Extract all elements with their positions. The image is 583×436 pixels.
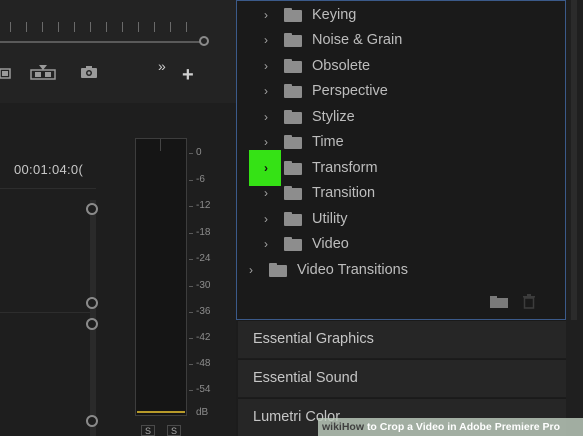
effects-folder-transition[interactable]: › Transition bbox=[260, 182, 375, 204]
scroll-handle[interactable] bbox=[86, 415, 98, 427]
panel-title: Essential Sound bbox=[253, 370, 358, 386]
effects-folder-obsolete[interactable]: › Obsolete bbox=[260, 55, 370, 77]
db-tick bbox=[189, 364, 193, 365]
db-tick bbox=[189, 259, 193, 260]
effects-folder-video-transitions[interactable]: › Video Transitions bbox=[245, 259, 408, 281]
db-label: 0 bbox=[196, 147, 202, 158]
effects-scrollbar[interactable] bbox=[571, 0, 577, 320]
folder-icon bbox=[284, 33, 302, 47]
db-label: -12 bbox=[196, 200, 211, 211]
folder-label: Utility bbox=[312, 211, 348, 227]
folder-icon bbox=[284, 135, 302, 149]
folder-icon bbox=[269, 263, 287, 277]
folder-label: Noise & Grain bbox=[312, 32, 403, 48]
solo-button-right[interactable]: S bbox=[167, 425, 181, 436]
export-frame-icon[interactable] bbox=[80, 65, 98, 79]
watermark-text: wikiHow to Crop a Video in Adobe Premier… bbox=[322, 421, 560, 433]
solo-button-left[interactable]: S bbox=[141, 425, 155, 436]
db-tick bbox=[189, 180, 193, 181]
effects-folder-noise-grain[interactable]: › Noise & Grain bbox=[260, 29, 402, 51]
folder-icon bbox=[284, 237, 302, 251]
chevron-right-icon[interactable]: › bbox=[260, 8, 272, 22]
effects-folder-video[interactable]: › Video bbox=[260, 233, 349, 255]
essential-graphics-panel[interactable]: Essential Graphics bbox=[238, 320, 566, 358]
effects-folder-stylize[interactable]: › Stylize bbox=[260, 106, 355, 128]
chevron-right-icon[interactable]: › bbox=[260, 110, 272, 124]
new-bin-icon[interactable] bbox=[490, 296, 508, 308]
chevron-right-icon[interactable]: › bbox=[260, 212, 272, 226]
folder-label: Transition bbox=[312, 185, 376, 201]
effects-folder-transform[interactable]: › Transform bbox=[260, 157, 378, 179]
audio-meter bbox=[135, 138, 187, 416]
meter-channel-divider bbox=[160, 139, 161, 151]
timecode-display: 00:01:04:0( bbox=[14, 162, 84, 177]
effects-folder-utility[interactable]: › Utility bbox=[260, 208, 347, 230]
folder-icon bbox=[284, 59, 302, 73]
db-tick bbox=[189, 338, 193, 339]
watermark-title: to Crop a Video in Adobe Premiere Pro bbox=[366, 421, 561, 433]
trash-icon[interactable] bbox=[522, 293, 536, 309]
db-label: -24 bbox=[196, 253, 211, 264]
scroll-handle[interactable] bbox=[86, 203, 98, 215]
scroll-handle[interactable] bbox=[86, 297, 98, 309]
chevron-right-icon[interactable]: › bbox=[245, 263, 257, 277]
db-label: -48 bbox=[196, 358, 211, 369]
db-label: -30 bbox=[196, 280, 211, 291]
folder-label: Video bbox=[312, 236, 349, 252]
db-tick bbox=[189, 312, 193, 313]
chevron-right-icon[interactable]: › bbox=[260, 161, 272, 175]
meter-level bbox=[137, 411, 185, 413]
db-label: -18 bbox=[196, 227, 211, 238]
db-label: -54 bbox=[196, 384, 211, 395]
scrubber-ruler[interactable] bbox=[0, 0, 236, 60]
effects-folder-perspective[interactable]: › Perspective bbox=[260, 80, 388, 102]
chevron-right-icon[interactable]: › bbox=[260, 135, 272, 149]
db-label: -36 bbox=[196, 306, 211, 317]
db-tick bbox=[189, 390, 193, 391]
zoom-handle[interactable] bbox=[199, 36, 209, 46]
db-label: -6 bbox=[196, 174, 205, 185]
chevron-right-icon[interactable]: › bbox=[260, 186, 272, 200]
timeline-panel[interactable] bbox=[0, 103, 118, 436]
watermark-wiki: wiki bbox=[322, 421, 342, 433]
panel-title: Essential Graphics bbox=[253, 331, 374, 347]
track-divider bbox=[0, 312, 96, 313]
folder-icon bbox=[284, 161, 302, 175]
more-icon[interactable]: » bbox=[158, 58, 166, 74]
essential-sound-panel[interactable]: Essential Sound bbox=[238, 359, 566, 397]
db-tick bbox=[189, 233, 193, 234]
folder-icon bbox=[284, 84, 302, 98]
folder-icon bbox=[284, 212, 302, 226]
scroll-handle[interactable] bbox=[86, 318, 98, 330]
add-icon[interactable]: + bbox=[182, 64, 194, 87]
folder-label: Keying bbox=[312, 7, 357, 23]
effects-folder-keying[interactable]: › Keying bbox=[260, 4, 356, 26]
scrub-track[interactable] bbox=[0, 41, 200, 43]
chevron-right-icon[interactable]: › bbox=[260, 59, 272, 73]
chevron-right-icon[interactable]: › bbox=[260, 84, 272, 98]
folder-label: Transform bbox=[312, 160, 378, 176]
chevron-right-icon[interactable]: › bbox=[260, 237, 272, 251]
db-tick bbox=[189, 153, 193, 154]
folder-label: Video Transitions bbox=[297, 262, 408, 278]
folder-label: Perspective bbox=[312, 83, 388, 99]
db-label: -42 bbox=[196, 332, 211, 343]
insert-icon[interactable] bbox=[0, 66, 12, 80]
track-divider bbox=[0, 188, 96, 189]
watermark-how: How bbox=[341, 421, 365, 433]
folder-label: Stylize bbox=[312, 109, 355, 125]
db-tick bbox=[189, 286, 193, 287]
chevron-right-icon[interactable]: › bbox=[260, 33, 272, 47]
folder-icon bbox=[284, 110, 302, 124]
db-label: dB bbox=[196, 407, 209, 418]
folder-icon bbox=[284, 8, 302, 22]
folder-label: Time bbox=[312, 134, 344, 150]
folder-icon bbox=[284, 186, 302, 200]
overwrite-icon[interactable] bbox=[30, 64, 56, 80]
db-tick bbox=[189, 206, 193, 207]
folder-label: Obsolete bbox=[312, 58, 371, 74]
